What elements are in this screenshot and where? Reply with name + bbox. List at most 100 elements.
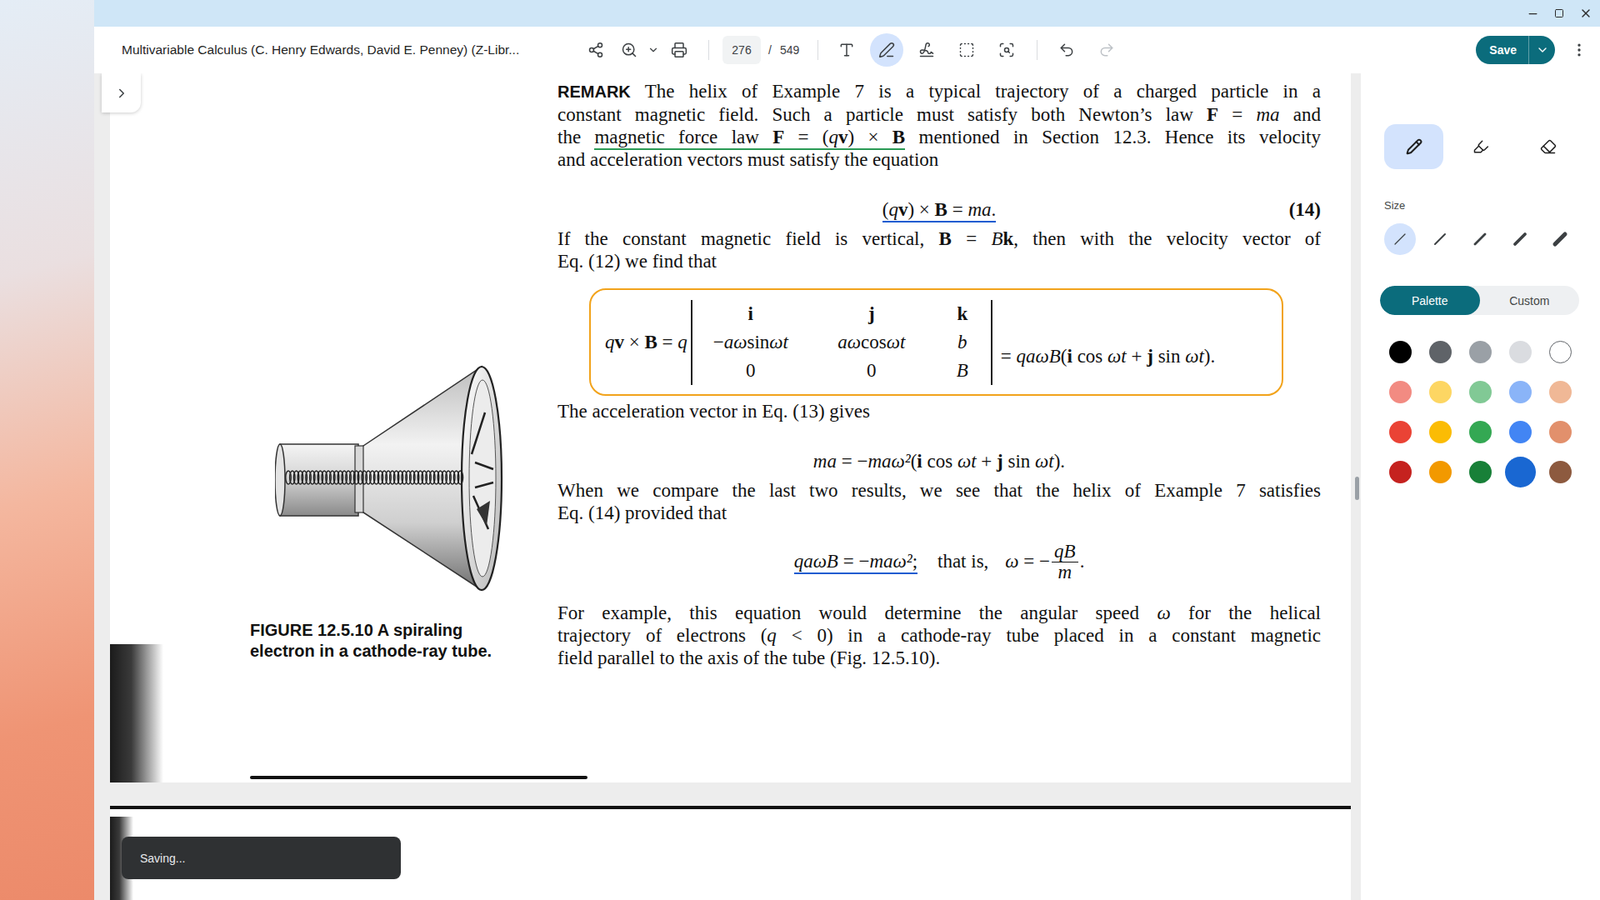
color-swatch[interactable] [1384, 415, 1416, 448]
color-swatch[interactable] [1424, 415, 1456, 448]
color-swatch[interactable] [1504, 455, 1536, 488]
color-mode-tab[interactable]: Custom [1480, 285, 1580, 315]
page-number-field[interactable]: 276 [722, 35, 761, 65]
size-option[interactable] [1544, 223, 1576, 255]
denominator: m [1058, 562, 1073, 583]
pen-icon [878, 41, 895, 59]
highlighter-button[interactable] [1451, 124, 1511, 170]
maximize-button[interactable] [1549, 3, 1570, 24]
pen-button[interactable] [1384, 124, 1444, 170]
color-swatch[interactable] [1504, 335, 1536, 368]
more-button[interactable] [1562, 33, 1596, 67]
size-option[interactable] [1504, 223, 1536, 255]
text-tool-button[interactable] [830, 33, 864, 67]
maximize-icon [1554, 8, 1565, 19]
scrollbar-thumb[interactable] [1355, 476, 1360, 500]
text-run: The helix of Example 7 is a typical traj… [630, 80, 1321, 102]
vector-symbol: F [1206, 104, 1219, 125]
color-swatch[interactable] [1384, 335, 1416, 368]
color-swatch[interactable] [1544, 455, 1576, 488]
stroke-size-icon [1511, 230, 1529, 248]
signature-tool-button[interactable] [910, 33, 944, 67]
math-symbol: ω [1156, 602, 1170, 624]
text-line: constant magnetic field. Such a particle… [557, 103, 1321, 126]
vector-symbol: v [838, 126, 849, 148]
zoom-button[interactable] [612, 33, 646, 67]
print-button[interactable] [662, 33, 696, 67]
chevron-down-icon [1535, 43, 1550, 57]
math-symbol: m [1058, 561, 1073, 583]
color-swatch[interactable] [1504, 415, 1536, 448]
text-run: = − [838, 550, 870, 572]
share-button[interactable] [579, 33, 613, 67]
numerator: qB [1051, 541, 1079, 563]
color-swatch[interactable] [1544, 375, 1576, 408]
equation: (qv) × B = ma.(14) [557, 197, 1321, 223]
math-symbol: aω [837, 331, 861, 354]
text-run: and acceleration vectors must satisfy th… [557, 149, 939, 170]
select-tool-button[interactable] [950, 33, 984, 67]
text-run: = ( [784, 126, 829, 148]
color-mode-toggle: PaletteCustom [1380, 285, 1580, 315]
math-symbol: qaωB [794, 550, 839, 572]
undo-button[interactable] [1050, 33, 1084, 67]
math-symbol: ωt [1035, 450, 1055, 472]
vector-symbol: j [868, 303, 875, 325]
color-swatch[interactable] [1424, 375, 1456, 408]
print-icon [670, 41, 688, 59]
color-swatch[interactable] [1544, 335, 1576, 368]
page-gap [110, 782, 1351, 806]
toolbar-divider [1036, 40, 1038, 60]
matrix-cell: 0 [809, 356, 935, 385]
size-option[interactable] [1384, 223, 1416, 255]
pen-tool-button[interactable] [870, 33, 904, 67]
save-button[interactable]: Save [1475, 35, 1530, 65]
math-symbol: qB [1054, 540, 1076, 562]
redo-button[interactable] [1090, 33, 1124, 67]
color-swatch[interactable] [1544, 415, 1576, 448]
minimize-button[interactable] [1522, 3, 1543, 24]
undo-icon [1058, 41, 1075, 59]
size-option[interactable] [1424, 223, 1456, 255]
zoom-menu-button[interactable] [645, 33, 661, 67]
color-dot [1549, 340, 1572, 364]
text-run: sin [1003, 450, 1035, 472]
close-button[interactable] [1575, 3, 1596, 24]
text-run: = [1218, 104, 1256, 125]
color-swatch[interactable] [1464, 335, 1496, 368]
toolbar-divider [817, 40, 819, 60]
color-swatch[interactable] [1464, 375, 1496, 408]
stroke-size-icon [1431, 230, 1449, 248]
scan-edge [110, 644, 164, 783]
scan-tool-button[interactable] [990, 33, 1024, 67]
eraser-button[interactable] [1518, 124, 1578, 170]
size-option[interactable] [1464, 223, 1496, 255]
color-swatch[interactable] [1504, 375, 1536, 408]
color-mode-tab[interactable]: Palette [1380, 285, 1480, 315]
vector-symbol: B [935, 199, 948, 220]
color-dot [1509, 380, 1532, 404]
text-run: ; [912, 550, 918, 572]
save-menu-button[interactable] [1529, 35, 1555, 65]
save-button-group: Save [1475, 35, 1555, 65]
sidebar-toggle-button[interactable] [101, 73, 141, 113]
vector-symbol: v [898, 199, 909, 220]
text-icon [838, 41, 855, 59]
figure-column: FIGURE 12.5.10 A spiralingelectron in a … [110, 73, 558, 783]
color-swatch[interactable] [1424, 455, 1456, 488]
color-swatch[interactable] [1384, 375, 1416, 408]
color-swatch[interactable] [1464, 415, 1496, 448]
math-symbol: ωt [769, 331, 789, 354]
color-swatch[interactable] [1464, 455, 1496, 488]
text-run: When we compare the last two results, we… [557, 480, 1321, 501]
text-run: ). [1204, 345, 1215, 367]
matrix-cell: i [692, 300, 810, 329]
color-swatch[interactable] [1384, 455, 1416, 488]
color-dot [1505, 456, 1536, 488]
color-dot [1469, 340, 1492, 364]
color-swatch[interactable] [1424, 335, 1456, 368]
text-run: = [947, 199, 968, 220]
caption-line: electron in a cathode-ray tube. [250, 640, 558, 662]
text-run: cos [1072, 345, 1108, 367]
matrix-cell: j [809, 300, 935, 329]
